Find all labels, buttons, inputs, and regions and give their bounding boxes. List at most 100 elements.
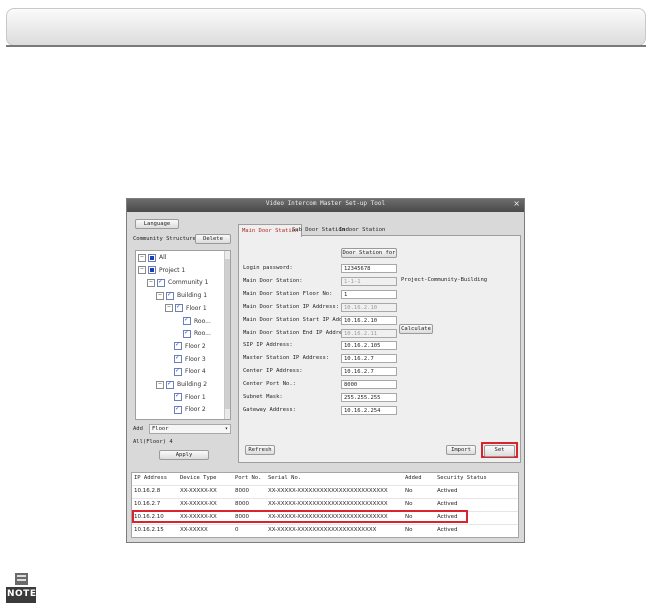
tree-scrollbar[interactable] bbox=[224, 251, 230, 419]
tree-checkbox[interactable] bbox=[148, 253, 156, 262]
apply-button[interactable]: Apply bbox=[159, 450, 209, 460]
tree-checkbox[interactable] bbox=[166, 379, 174, 389]
form-label: Master Station IP Address: bbox=[243, 355, 330, 362]
collapse-icon[interactable]: − bbox=[138, 253, 146, 262]
table-cell: No bbox=[405, 501, 413, 507]
tree-node[interactable]: Roo... bbox=[183, 328, 211, 339]
table-row[interactable]: 10.16.2.15 XX-XXXXX 0 XX-XXXXX-XXXXXXXXXXXX… bbox=[132, 524, 518, 536]
form-label: Gateway Address: bbox=[243, 406, 296, 413]
form-input[interactable]: 10.16.2.7 bbox=[341, 367, 397, 377]
title-bar[interactable]: Video Intercom Master Set-up Tool × bbox=[127, 199, 524, 212]
form-input[interactable]: 255.255.255 bbox=[341, 393, 397, 402]
column-header[interactable]: Security Status bbox=[437, 473, 487, 484]
scrollbar-thumb[interactable] bbox=[225, 259, 230, 409]
collapse-icon[interactable]: − bbox=[165, 304, 173, 313]
tree-checkbox[interactable] bbox=[175, 302, 183, 313]
tree-node[interactable]: − Building 2 bbox=[156, 379, 207, 390]
form-label: Main Door Station Floor No: bbox=[243, 290, 333, 297]
column-header[interactable]: Added bbox=[405, 473, 422, 484]
refresh-button[interactable]: Refresh bbox=[245, 445, 275, 455]
table-cell: XX-XXXXX-XX bbox=[180, 501, 217, 507]
collapse-icon[interactable]: − bbox=[138, 266, 146, 275]
import-button[interactable]: Import bbox=[446, 445, 476, 455]
tree-node[interactable]: − Building 1 bbox=[156, 290, 208, 301]
set-button-highlight: Set bbox=[481, 442, 518, 458]
tree-checkbox[interactable] bbox=[174, 366, 182, 376]
tree-checkbox[interactable] bbox=[183, 328, 191, 338]
tree-checkbox[interactable] bbox=[157, 277, 165, 287]
set-button[interactable]: Set bbox=[484, 445, 515, 457]
tree-node-label: Community 1 bbox=[168, 279, 209, 287]
column-header[interactable]: IP Address bbox=[134, 473, 167, 484]
form-input[interactable]: 1-1-1 bbox=[341, 276, 397, 286]
column-header[interactable]: Device Type bbox=[180, 473, 216, 484]
community-tree[interactable]: −All−Project 1−Community 1−Building 1−Fl… bbox=[135, 250, 231, 420]
page-header-bar bbox=[6, 8, 646, 46]
tree-node-label: Floor 1 bbox=[185, 393, 206, 401]
form-input[interactable]: 8000 bbox=[341, 380, 397, 390]
form-input[interactable]: 1 bbox=[341, 289, 397, 299]
tree-checkbox[interactable] bbox=[174, 340, 182, 351]
tree-node[interactable]: Floor 2 bbox=[174, 340, 206, 352]
tree-node-label: Floor 2 bbox=[185, 406, 206, 414]
table-row[interactable]: 10.16.2.7 XX-XXXXX-XX 8000 XX-XXXXX-XXXXXXX… bbox=[132, 498, 518, 510]
tree-node[interactable]: Floor 4 bbox=[174, 366, 206, 377]
column-header[interactable]: Port No. bbox=[235, 473, 262, 484]
table-row[interactable]: 10.16.2.8 XX-XXXXX-XX 8000 XX-XXXXX-XXXXXXX… bbox=[132, 485, 518, 497]
tree-node-label: Floor 2 bbox=[185, 342, 206, 350]
form-label: Subnet Mask: bbox=[243, 394, 283, 400]
form-label: Main Door Station: bbox=[243, 277, 303, 284]
form-input[interactable]: 10.16.2.105 bbox=[341, 341, 397, 351]
tree-checkbox[interactable] bbox=[166, 290, 174, 300]
tree-checkbox[interactable] bbox=[183, 315, 191, 325]
note-label: NOTE bbox=[7, 589, 37, 599]
tree-node[interactable]: − Project 1 bbox=[138, 266, 185, 276]
tree-node[interactable]: Floor 3 bbox=[174, 353, 206, 365]
tree-node[interactable]: Floor 2 bbox=[174, 404, 206, 415]
tree-node-label: Project 1 bbox=[159, 266, 186, 274]
tree-node[interactable]: − All bbox=[138, 253, 166, 263]
tree-checkbox[interactable] bbox=[174, 404, 182, 414]
form-input[interactable]: 10.16.2.254 bbox=[341, 405, 397, 415]
collapse-icon[interactable]: − bbox=[156, 291, 164, 300]
tree-checkbox[interactable] bbox=[174, 353, 182, 364]
table-cell: Actived bbox=[437, 527, 458, 533]
tree-node[interactable]: Floor 1 bbox=[174, 391, 206, 403]
table-cell: XX-XXXXX-XXXXXXXXXXXXXXXXXXXXX bbox=[268, 527, 377, 533]
table-cell: XX-XXXXX bbox=[180, 527, 208, 533]
add-type-value: Floor bbox=[152, 426, 169, 432]
tree-node[interactable]: Roo... bbox=[183, 315, 211, 327]
tree-node-label: Floor 1 bbox=[186, 304, 207, 312]
tab-indoor-station[interactable]: Indoor Station bbox=[336, 224, 388, 236]
tree-node-label: Building 1 bbox=[177, 292, 208, 300]
delete-button[interactable]: Delete bbox=[195, 234, 231, 244]
form-input[interactable]: 10.16.2.10 bbox=[341, 315, 397, 325]
close-icon[interactable]: × bbox=[513, 199, 520, 208]
form-input[interactable]: 10.16.2.10 bbox=[341, 302, 397, 312]
door-station-for-button[interactable]: Door Station for bbox=[341, 248, 397, 258]
device-table: IP Address Device Type Port No. Serial No. A… bbox=[131, 472, 519, 538]
add-type-select[interactable]: Floor ▾ bbox=[149, 424, 231, 434]
chevron-down-icon: ▾ bbox=[224, 426, 228, 432]
tree-node-label: Floor 3 bbox=[185, 355, 206, 363]
form-input[interactable]: 10.16.2.7 bbox=[341, 354, 397, 364]
note-icon: NOTE bbox=[6, 573, 36, 603]
page-header-rule bbox=[6, 45, 646, 47]
collapse-icon[interactable]: − bbox=[147, 278, 155, 287]
form-input[interactable]: 12345678 bbox=[341, 264, 397, 273]
calculate-button[interactable]: Calculate bbox=[399, 324, 433, 334]
table-cell: 10.16.2.8 bbox=[134, 488, 161, 494]
form-input[interactable]: 10.16.2.11 bbox=[341, 328, 397, 338]
tree-checkbox[interactable] bbox=[148, 266, 156, 275]
row-highlight bbox=[132, 510, 468, 523]
settings-panel: Main Door Station Sub Door Station Indoo… bbox=[238, 224, 521, 463]
tree-node[interactable]: − Floor 1 bbox=[165, 302, 207, 314]
collapse-icon[interactable]: − bbox=[156, 380, 164, 389]
tree-node[interactable]: − Community 1 bbox=[147, 277, 209, 288]
tree-checkbox[interactable] bbox=[174, 391, 182, 402]
table-cell: Actived bbox=[437, 501, 458, 507]
table-cell: No bbox=[405, 527, 413, 533]
table-cell: Actived bbox=[437, 488, 458, 494]
language-button[interactable]: Language bbox=[135, 219, 179, 229]
column-header[interactable]: Serial No. bbox=[268, 473, 301, 484]
